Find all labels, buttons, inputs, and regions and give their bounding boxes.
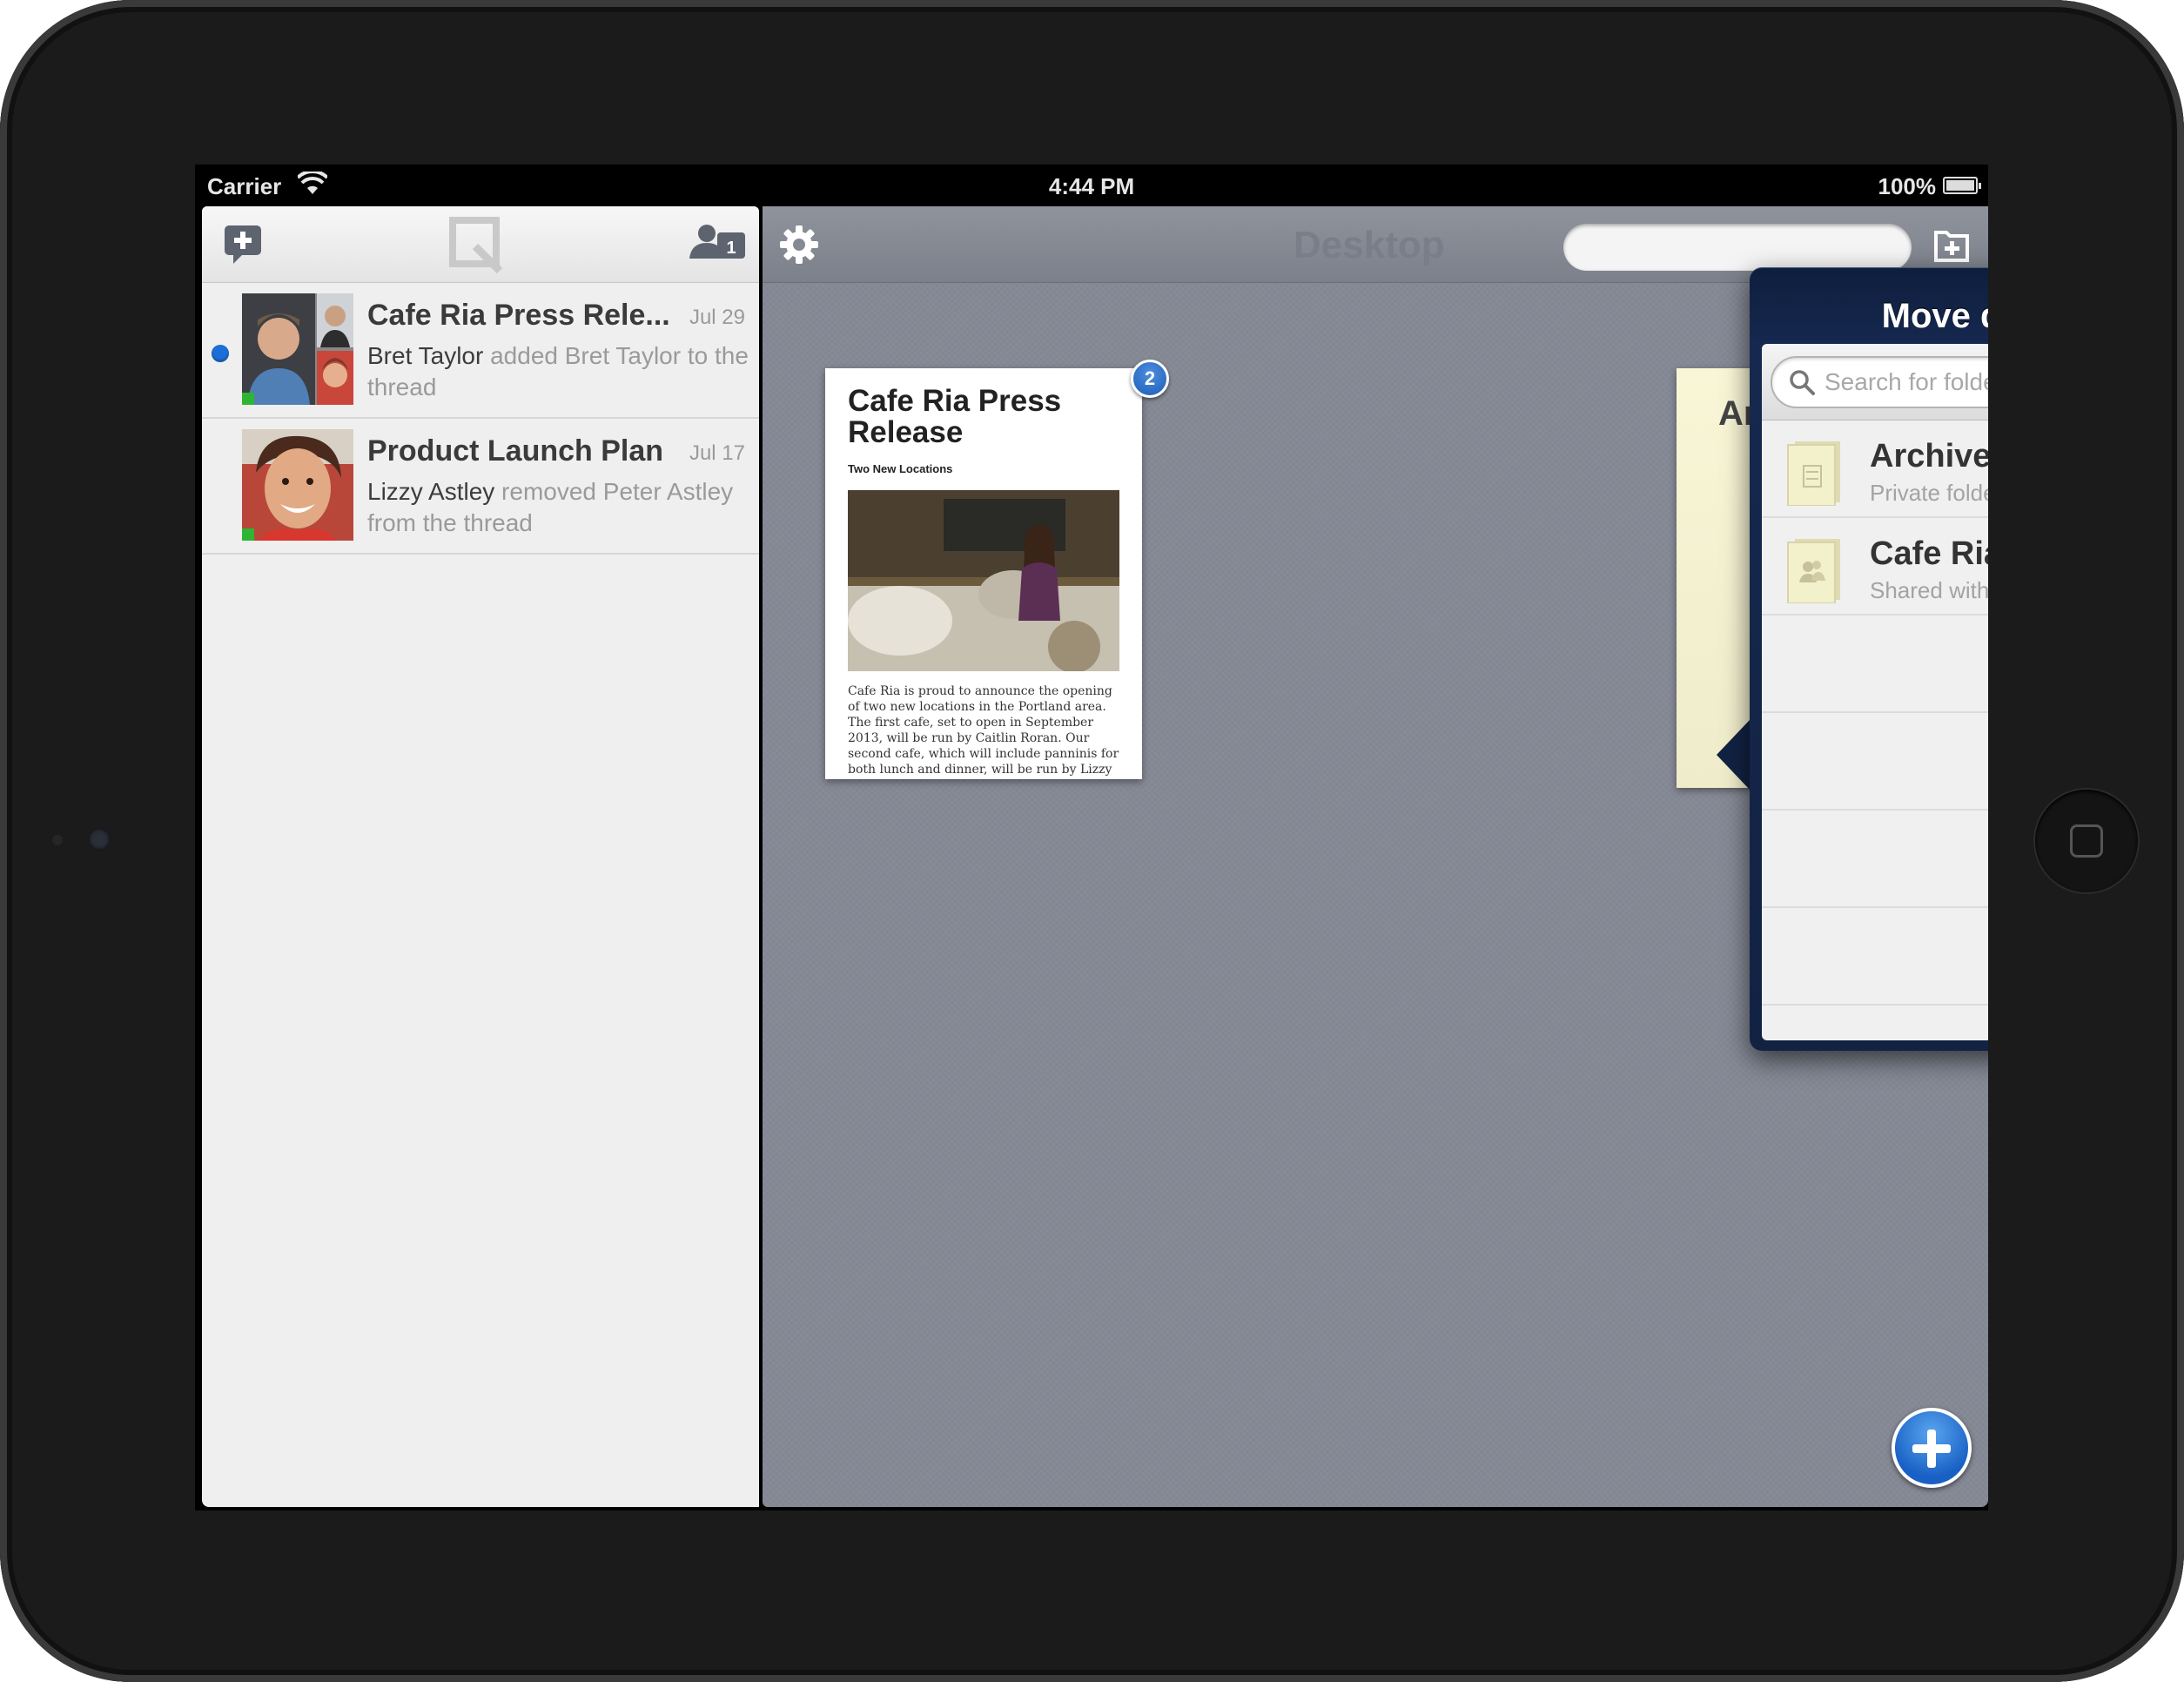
home-button[interactable] <box>2035 790 2138 892</box>
empty-row <box>1762 908 1988 1006</box>
threads-toolbar: 1 <box>202 206 759 283</box>
desktop-panel: Desktop Cafe Ria Press Release Two New L… <box>763 206 1988 1507</box>
folder-name: Archive <box>1870 438 1988 474</box>
search-icon <box>1790 370 1815 395</box>
unread-indicator <box>212 345 229 362</box>
popover-arrow <box>1717 720 1750 790</box>
front-camera <box>88 828 111 851</box>
folder-row-cafe-ria-team[interactable]: Cafe Ria Team Shared with 3 people <box>1762 518 1988 616</box>
screen: Carrier 4:44 PM 100% 1 Cafe Ria Press Re… <box>195 165 1988 1510</box>
thread-summary: Bret Taylor added Bret Taylor to the thr… <box>367 340 750 403</box>
thread-summary: Lizzy Astley removed Peter Astley from t… <box>367 476 750 539</box>
folder-subtitle: Shared with 3 people <box>1870 577 1988 603</box>
add-document-button[interactable] <box>1892 1408 1972 1488</box>
thread-date: Jul 29 <box>689 306 745 329</box>
document-subtitle: Two New Locations <box>848 462 953 475</box>
compose-message-icon[interactable] <box>223 224 263 264</box>
thread-actor: Lizzy Astley <box>367 478 495 505</box>
light-sensor <box>52 835 63 845</box>
thread-title: Product Launch Plan <box>367 434 664 468</box>
move-document-popover: Move document to: <box>1750 267 1988 1051</box>
empty-row <box>1762 616 1988 713</box>
online-indicator <box>242 393 254 405</box>
desktop-search-field[interactable] <box>1563 224 1912 271</box>
folder-list: Archive Private folder Cafe Ria Team <box>1762 344 1988 1040</box>
clock: 4:44 PM <box>1048 173 1135 199</box>
online-indicator <box>242 528 254 541</box>
document-title: Cafe Ria Press Release <box>848 384 1062 449</box>
threads-panel: 1 Cafe Ria Press Rele... Jul 29 Bret Tay… <box>202 206 759 1507</box>
folder-add-icon[interactable] <box>1932 225 1971 264</box>
folder-search-input[interactable] <box>1824 365 1988 400</box>
avatar <box>242 293 353 405</box>
gear-icon[interactable] <box>778 224 820 266</box>
folder-search-bar <box>1762 344 1988 420</box>
empty-row <box>1762 811 1988 908</box>
contacts-count: 1 <box>726 239 736 258</box>
document-card[interactable]: Cafe Ria Press Release Two New Locations <box>825 368 1142 779</box>
avatar <box>242 429 353 541</box>
thread-row[interactable]: Cafe Ria Press Rele... Jul 29 Bret Taylo… <box>202 283 759 419</box>
quip-logo-icon[interactable] <box>449 217 503 274</box>
folder-search-field[interactable] <box>1771 356 1988 408</box>
thread-date: Jul 17 <box>689 441 745 465</box>
thread-actor: Bret Taylor <box>367 342 484 369</box>
contacts-icon[interactable]: 1 <box>689 222 747 264</box>
folder-row-archive[interactable]: Archive Private folder <box>1762 420 1988 518</box>
shared-folder-icon <box>1787 539 1840 603</box>
thread-title: Cafe Ria Press Rele... <box>367 299 670 332</box>
home-square-icon <box>2070 824 2103 858</box>
desktop-title: Desktop <box>1294 224 1445 266</box>
status-bar: Carrier 4:44 PM 100% <box>195 165 1988 206</box>
document-body: Cafe Ria is proud to announce the openin… <box>848 684 1119 779</box>
thread-row[interactable]: Product Launch Plan Jul 17 Lizzy Astley … <box>202 419 759 555</box>
empty-row <box>1762 713 1988 811</box>
folder-subtitle: Private folder <box>1870 480 1988 506</box>
battery-icon <box>1943 177 1981 194</box>
document-photo <box>848 490 1119 671</box>
comment-count-badge: 2 <box>1131 360 1169 398</box>
battery-percent: 100% <box>1878 173 1937 199</box>
ipad-frame: Carrier 4:44 PM 100% 1 Cafe Ria Press Re… <box>0 0 2184 1682</box>
folder-name: Cafe Ria Team <box>1870 535 1988 572</box>
archive-folder-icon <box>1787 441 1840 506</box>
popover-title: Move document to: <box>1881 297 1988 335</box>
